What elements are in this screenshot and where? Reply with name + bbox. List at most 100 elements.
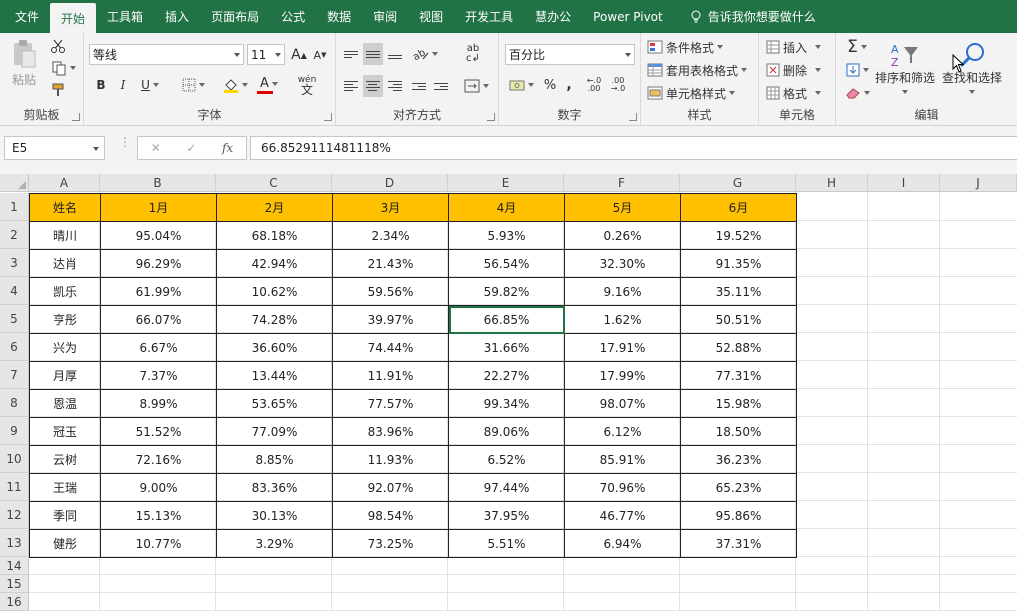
tab-7[interactable]: 审阅 xyxy=(362,0,408,33)
cell-D7[interactable]: 11.91% xyxy=(332,361,449,390)
alignment-launcher[interactable] xyxy=(487,113,495,121)
tab-2[interactable]: 工具箱 xyxy=(96,0,154,33)
decrease-indent-button[interactable] xyxy=(409,75,429,97)
cell-A12[interactable]: 季同 xyxy=(29,501,101,530)
cell-F2[interactable]: 0.26% xyxy=(564,221,681,250)
insert-function-button[interactable]: fx xyxy=(222,141,233,155)
cell-F13[interactable]: 6.94% xyxy=(564,529,681,558)
cell-D2[interactable]: 2.34% xyxy=(332,221,449,250)
decrease-decimal-button[interactable]: .00 →.0 xyxy=(607,75,629,95)
font-size-box[interactable]: 11 xyxy=(247,44,285,65)
tab-4[interactable]: 页面布局 xyxy=(200,0,270,33)
align-center-button[interactable] xyxy=(363,75,383,97)
tab-0[interactable]: 文件 xyxy=(4,0,50,33)
cell-G13[interactable]: 37.31% xyxy=(680,529,797,558)
tab-10[interactable]: 慧办公 xyxy=(524,0,582,33)
cell-C5[interactable]: 74.28% xyxy=(216,305,333,334)
row-header-15[interactable]: 15 xyxy=(0,575,29,593)
cell-F4[interactable]: 9.16% xyxy=(564,277,681,306)
cell-F5[interactable]: 1.62% xyxy=(564,305,681,334)
cancel-button[interactable]: ✕ xyxy=(151,141,161,155)
align-right-button[interactable] xyxy=(385,75,405,97)
row-header-3[interactable]: 3 xyxy=(0,249,29,277)
wrap-text-button[interactable]: ab c↲ xyxy=(461,41,485,67)
cell-A10[interactable]: 云树 xyxy=(29,445,101,474)
column-header-I[interactable]: I xyxy=(868,174,940,192)
cell-A11[interactable]: 王瑞 xyxy=(29,473,101,502)
bottom-align-button[interactable] xyxy=(385,43,405,65)
cell-C13[interactable]: 3.29% xyxy=(216,529,333,558)
cell-styles-button[interactable]: 单元格样式 xyxy=(647,83,736,103)
cut-button[interactable] xyxy=(48,37,68,55)
align-left-button[interactable] xyxy=(341,75,361,97)
cell-B2[interactable]: 95.04% xyxy=(100,221,217,250)
tab-11[interactable]: Power Pivot xyxy=(582,0,674,33)
cell-D9[interactable]: 83.96% xyxy=(332,417,449,446)
cell-C10[interactable]: 8.85% xyxy=(216,445,333,474)
font-launcher[interactable] xyxy=(324,113,332,121)
column-header-D[interactable]: D xyxy=(332,174,448,192)
cell-C9[interactable]: 77.09% xyxy=(216,417,333,446)
row-header-2[interactable]: 2 xyxy=(0,221,29,249)
header-cell-C[interactable]: 2月 xyxy=(216,193,333,222)
cell-F7[interactable]: 17.99% xyxy=(564,361,681,390)
cell-F10[interactable]: 85.91% xyxy=(564,445,681,474)
tab-9[interactable]: 开发工具 xyxy=(454,0,524,33)
cell-E2[interactable]: 5.93% xyxy=(448,221,565,250)
cell-E6[interactable]: 31.66% xyxy=(448,333,565,362)
increase-indent-button[interactable] xyxy=(431,75,451,97)
header-cell-A[interactable]: 姓名 xyxy=(29,193,101,222)
enter-button[interactable]: ✓ xyxy=(186,141,196,155)
cell-A6[interactable]: 兴为 xyxy=(29,333,101,362)
cell-D5[interactable]: 39.97% xyxy=(332,305,449,334)
row-header-6[interactable]: 6 xyxy=(0,333,29,361)
row-header-1[interactable]: 1 xyxy=(0,193,29,221)
number-launcher[interactable] xyxy=(629,113,637,121)
cell-B7[interactable]: 7.37% xyxy=(100,361,217,390)
cell-A5[interactable]: 亨彤 xyxy=(29,305,101,334)
header-cell-F[interactable]: 5月 xyxy=(564,193,681,222)
cell-D3[interactable]: 21.43% xyxy=(332,249,449,278)
fill-button[interactable] xyxy=(842,60,872,80)
tab-5[interactable]: 公式 xyxy=(270,0,316,33)
column-header-A[interactable]: A xyxy=(29,174,100,192)
column-header-B[interactable]: B xyxy=(100,174,216,192)
header-cell-D[interactable]: 3月 xyxy=(332,193,449,222)
cell-B12[interactable]: 15.13% xyxy=(100,501,217,530)
cell-G7[interactable]: 77.31% xyxy=(680,361,797,390)
cell-E7[interactable]: 22.27% xyxy=(448,361,565,390)
cell-E3[interactable]: 56.54% xyxy=(448,249,565,278)
cell-F3[interactable]: 32.30% xyxy=(564,249,681,278)
format-cells-button[interactable]: 格式 xyxy=(766,83,822,103)
cell-A7[interactable]: 月厚 xyxy=(29,361,101,390)
cell-G8[interactable]: 15.98% xyxy=(680,389,797,418)
cell-D4[interactable]: 59.56% xyxy=(332,277,449,306)
cell-D10[interactable]: 11.93% xyxy=(332,445,449,474)
cell-C7[interactable]: 13.44% xyxy=(216,361,333,390)
phonetic-button[interactable]: wén 文 xyxy=(294,73,320,97)
cell-E10[interactable]: 6.52% xyxy=(448,445,565,474)
cell-G12[interactable]: 95.86% xyxy=(680,501,797,530)
tab-3[interactable]: 插入 xyxy=(154,0,200,33)
formula-bar-grip[interactable]: ⋮ xyxy=(119,136,131,148)
cell-D12[interactable]: 98.54% xyxy=(332,501,449,530)
number-format-box[interactable]: 百分比 xyxy=(505,44,635,65)
row-header-8[interactable]: 8 xyxy=(0,389,29,417)
cell-F11[interactable]: 70.96% xyxy=(564,473,681,502)
cell-A13[interactable]: 健彤 xyxy=(29,529,101,558)
cell-F12[interactable]: 46.77% xyxy=(564,501,681,530)
cell-B5[interactable]: 66.07% xyxy=(100,305,217,334)
cell-A3[interactable]: 达肖 xyxy=(29,249,101,278)
shrink-font-button[interactable]: A ▼ xyxy=(311,45,329,65)
cell-B13[interactable]: 10.77% xyxy=(100,529,217,558)
cell-D13[interactable]: 73.25% xyxy=(332,529,449,558)
cell-A4[interactable]: 凯乐 xyxy=(29,277,101,306)
cell-E13[interactable]: 5.51% xyxy=(448,529,565,558)
tab-8[interactable]: 视图 xyxy=(408,0,454,33)
cell-G3[interactable]: 91.35% xyxy=(680,249,797,278)
cell-A8[interactable]: 恩温 xyxy=(29,389,101,418)
column-header-E[interactable]: E xyxy=(448,174,564,192)
row-header-7[interactable]: 7 xyxy=(0,361,29,389)
cell-E12[interactable]: 37.95% xyxy=(448,501,565,530)
cell-A9[interactable]: 冠玉 xyxy=(29,417,101,446)
